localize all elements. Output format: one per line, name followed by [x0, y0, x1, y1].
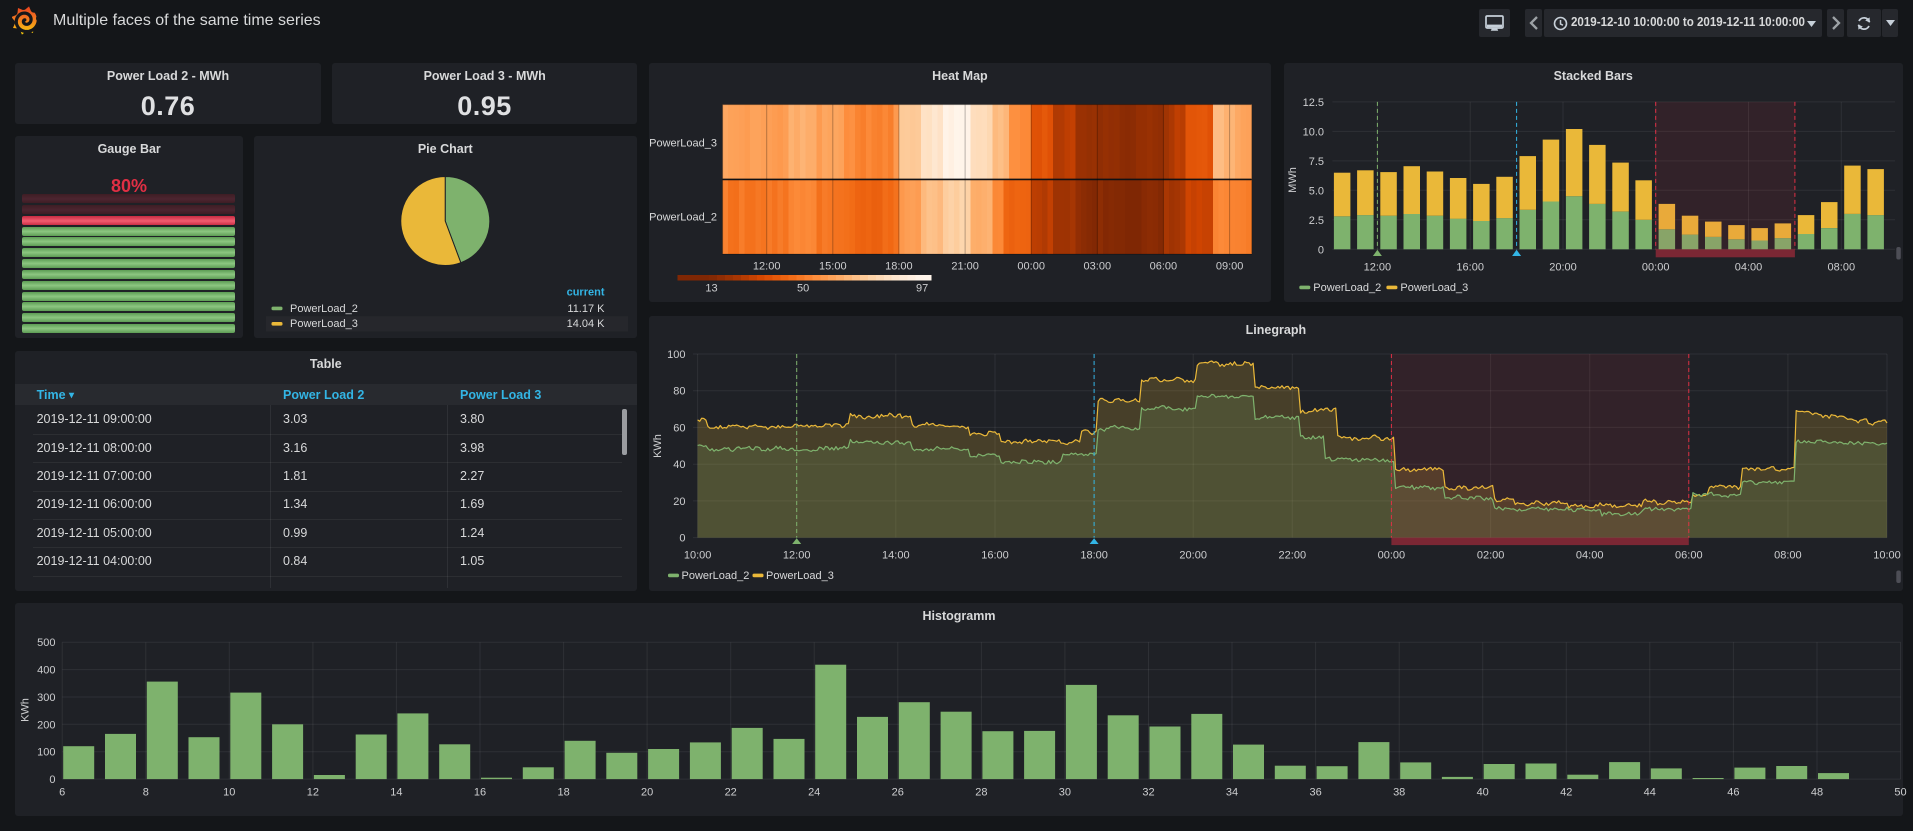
- svg-text:PowerLoad_3: PowerLoad_3: [649, 138, 717, 150]
- svg-text:46: 46: [1727, 787, 1739, 799]
- svg-text:80: 80: [673, 386, 685, 398]
- svg-text:32: 32: [1142, 787, 1154, 799]
- svg-text:00:00: 00:00: [1378, 550, 1406, 562]
- svg-text:16:00: 16:00: [981, 550, 1009, 562]
- svg-text:14:00: 14:00: [882, 550, 910, 562]
- svg-text:MWh: MWh: [1287, 167, 1299, 193]
- svg-text:26: 26: [892, 787, 904, 799]
- svg-text:50: 50: [797, 283, 809, 295]
- svg-text:50: 50: [1894, 787, 1906, 799]
- svg-text:48: 48: [1811, 787, 1823, 799]
- svg-text:13: 13: [705, 283, 717, 295]
- svg-text:0: 0: [49, 774, 55, 786]
- svg-text:16: 16: [474, 787, 486, 799]
- svg-text:100: 100: [37, 747, 55, 759]
- svg-text:40: 40: [1477, 787, 1489, 799]
- svg-text:22:00: 22:00: [1279, 550, 1307, 562]
- svg-text:20:00: 20:00: [1549, 262, 1577, 274]
- svg-text:10: 10: [223, 787, 235, 799]
- svg-text:28: 28: [975, 787, 987, 799]
- svg-text:12: 12: [307, 787, 319, 799]
- svg-text:15:00: 15:00: [819, 261, 847, 273]
- svg-text:18:00: 18:00: [1080, 550, 1108, 562]
- svg-text:100: 100: [667, 349, 685, 361]
- svg-text:0: 0: [679, 533, 685, 545]
- svg-text:KWh: KWh: [20, 698, 32, 722]
- svg-text:18: 18: [557, 787, 569, 799]
- svg-text:06:00: 06:00: [1150, 261, 1178, 273]
- svg-text:22: 22: [725, 787, 737, 799]
- svg-text:04:00: 04:00: [1576, 550, 1604, 562]
- svg-text:PowerLoad_3: PowerLoad_3: [290, 318, 358, 330]
- svg-text:10.0: 10.0: [1303, 126, 1324, 138]
- svg-text:20:00: 20:00: [1179, 550, 1207, 562]
- svg-text:40: 40: [673, 459, 685, 471]
- svg-text:36: 36: [1309, 787, 1321, 799]
- svg-text:97: 97: [916, 283, 928, 295]
- svg-text:14: 14: [390, 787, 402, 799]
- svg-text:5.0: 5.0: [1309, 185, 1324, 197]
- svg-text:11.17 K: 11.17 K: [567, 303, 605, 315]
- svg-text:2.5: 2.5: [1309, 215, 1324, 227]
- svg-text:60: 60: [673, 422, 685, 434]
- svg-text:18:00: 18:00: [885, 261, 913, 273]
- svg-text:08:00: 08:00: [1828, 262, 1856, 274]
- svg-text:400: 400: [37, 665, 55, 677]
- svg-text:6: 6: [59, 787, 65, 799]
- svg-text:02:00: 02:00: [1477, 550, 1505, 562]
- svg-text:PowerLoad_2: PowerLoad_2: [290, 303, 358, 315]
- svg-text:PowerLoad_3: PowerLoad_3: [766, 570, 834, 582]
- svg-text:10:00: 10:00: [1873, 550, 1901, 562]
- svg-text:09:00: 09:00: [1216, 261, 1244, 273]
- svg-text:12:00: 12:00: [1364, 262, 1392, 274]
- svg-text:20: 20: [673, 496, 685, 508]
- svg-text:04:00: 04:00: [1735, 262, 1763, 274]
- svg-text:300: 300: [37, 692, 55, 704]
- svg-text:200: 200: [37, 719, 55, 731]
- svg-text:7.5: 7.5: [1309, 156, 1324, 168]
- svg-text:12:00: 12:00: [753, 261, 781, 273]
- svg-text:500: 500: [37, 637, 55, 649]
- svg-text:10:00: 10:00: [684, 550, 712, 562]
- svg-text:34: 34: [1226, 787, 1238, 799]
- svg-text:30: 30: [1059, 787, 1071, 799]
- svg-text:14.04 K: 14.04 K: [567, 318, 606, 330]
- svg-text:06:00: 06:00: [1675, 550, 1703, 562]
- svg-text:16:00: 16:00: [1456, 262, 1484, 274]
- svg-text:38: 38: [1393, 787, 1405, 799]
- svg-text:00:00: 00:00: [1017, 261, 1045, 273]
- svg-text:12.5: 12.5: [1303, 97, 1324, 109]
- svg-text:PowerLoad_2: PowerLoad_2: [1313, 282, 1381, 294]
- svg-text:03:00: 03:00: [1084, 261, 1112, 273]
- svg-text:24: 24: [808, 787, 820, 799]
- svg-text:PowerLoad_2: PowerLoad_2: [649, 212, 717, 224]
- svg-text:KWh: KWh: [652, 434, 664, 458]
- svg-text:42: 42: [1560, 787, 1572, 799]
- svg-text:44: 44: [1644, 787, 1656, 799]
- svg-text:00:00: 00:00: [1642, 262, 1670, 274]
- svg-text:PowerLoad_3: PowerLoad_3: [1400, 282, 1468, 294]
- svg-text:08:00: 08:00: [1774, 550, 1802, 562]
- svg-text:20: 20: [641, 787, 653, 799]
- svg-text:8: 8: [143, 787, 149, 799]
- svg-text:current: current: [567, 286, 605, 298]
- svg-text:12:00: 12:00: [783, 550, 811, 562]
- svg-text:0: 0: [1318, 244, 1324, 256]
- svg-text:21:00: 21:00: [951, 261, 979, 273]
- svg-text:PowerLoad_2: PowerLoad_2: [682, 570, 750, 582]
